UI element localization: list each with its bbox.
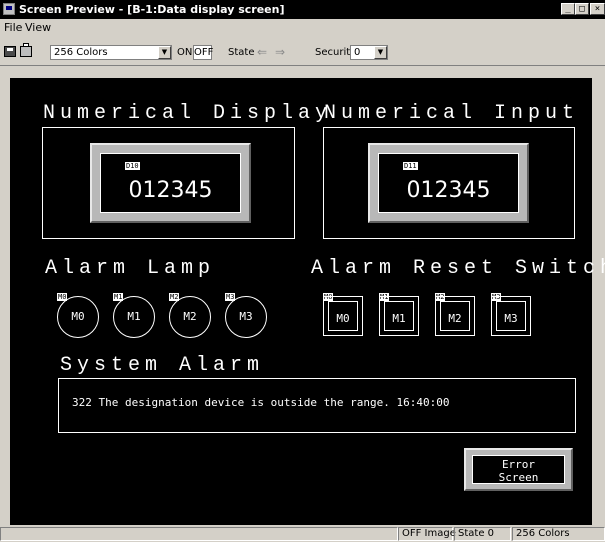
print-icon[interactable] (20, 43, 32, 57)
security-select[interactable]: 0 ▼ (350, 45, 388, 60)
numerical-input-value: 012345 (406, 178, 491, 203)
alarm-lamp-m0: M0 (57, 296, 99, 338)
on-label[interactable]: ON (177, 47, 192, 59)
device-tag: D10 (125, 162, 140, 170)
state-next-icon[interactable]: ⇒ (275, 46, 285, 58)
switch-face: M2 (440, 301, 470, 331)
lamp-label: M1 (127, 310, 141, 323)
colors-select-value: 256 Colors (54, 47, 108, 58)
preview-screen: Numerical Display D10 012345 Numerical I… (10, 78, 605, 525)
error-screen-face: Error Screen (472, 455, 565, 484)
switch-label: M3 (504, 312, 518, 325)
menu-file[interactable]: File (4, 21, 22, 34)
error-screen-line2: Screen (498, 471, 539, 484)
numerical-display-bezel: D10 012345 (90, 143, 251, 223)
lamp-label: M3 (239, 310, 253, 323)
numerical-input-frame: D11 012345 (323, 127, 575, 239)
switch-face: M0 (328, 301, 358, 331)
numerical-input-title: Numerical Input (324, 102, 580, 125)
save-icon[interactable] (4, 46, 16, 57)
system-alarm-message: 322 The designation device is outside th… (72, 396, 450, 409)
colors-select[interactable]: 256 Colors ▼ (50, 45, 172, 60)
chevron-down-icon[interactable]: ▼ (158, 46, 171, 59)
status-colors: 256 Colors (512, 527, 605, 541)
numerical-input-bezel[interactable]: D11 012345 (368, 143, 529, 223)
numerical-input-field[interactable]: D11 012345 (378, 153, 519, 213)
switch-face: M1 (384, 301, 414, 331)
reset-switch-m2[interactable]: M2 (435, 296, 475, 336)
close-button[interactable]: × (590, 3, 605, 15)
state-label: State (228, 47, 255, 58)
alarm-lamp-m3: M3 (225, 296, 267, 338)
device-tag: D11 (403, 162, 418, 170)
status-main (0, 527, 398, 541)
maximize-button[interactable]: □ (575, 3, 589, 15)
numerical-display-frame: D10 012345 (42, 127, 295, 239)
alarm-lamp-m1: M1 (113, 296, 155, 338)
reset-switch-m3[interactable]: M3 (491, 296, 531, 336)
system-alarm-box: 322 The designation device is outside th… (58, 378, 576, 433)
menu-view[interactable]: View (25, 21, 51, 34)
lamp-label: M2 (183, 310, 197, 323)
switch-face: M3 (496, 301, 526, 331)
lamp-label: M0 (71, 310, 85, 323)
chevron-down-icon[interactable]: ▼ (374, 46, 387, 59)
numerical-display-title: Numerical Display (43, 102, 333, 125)
toolbar: 256 Colors ▼ ON OFF State ⇐ ⇒ Security 0… (0, 36, 605, 66)
window-title: Screen Preview - [B-1:Data display scree… (19, 3, 285, 16)
numerical-display-field: D10 012345 (100, 153, 241, 213)
minimize-button[interactable]: _ (561, 3, 575, 15)
status-bar: OFF Image State 0 256 Colors (0, 525, 605, 542)
system-alarm-title: System Alarm (60, 354, 265, 377)
alarm-lamp-title: Alarm Lamp (45, 257, 216, 280)
reset-switch-m0[interactable]: M0 (323, 296, 363, 336)
reset-switch-m1[interactable]: M1 (379, 296, 419, 336)
error-screen-line1: Error (501, 458, 536, 471)
numerical-display-value: 012345 (128, 178, 213, 203)
off-toggle[interactable]: OFF (193, 45, 213, 60)
menu-bar: File View (0, 19, 605, 36)
app-icon (3, 3, 15, 15)
alarm-lamp-m2: M2 (169, 296, 211, 338)
state-prev-icon[interactable]: ⇐ (257, 46, 267, 58)
error-screen-button[interactable]: Error Screen (464, 448, 573, 491)
status-image: OFF Image (398, 527, 456, 541)
alarm-reset-switch-title: Alarm Reset Switch (311, 257, 605, 280)
security-value: 0 (354, 47, 361, 58)
switch-label: M2 (448, 312, 462, 325)
switch-label: M1 (392, 312, 406, 325)
switch-label: M0 (336, 312, 350, 325)
status-state: State 0 (454, 527, 511, 541)
title-bar: Screen Preview - [B-1:Data display scree… (0, 0, 605, 19)
